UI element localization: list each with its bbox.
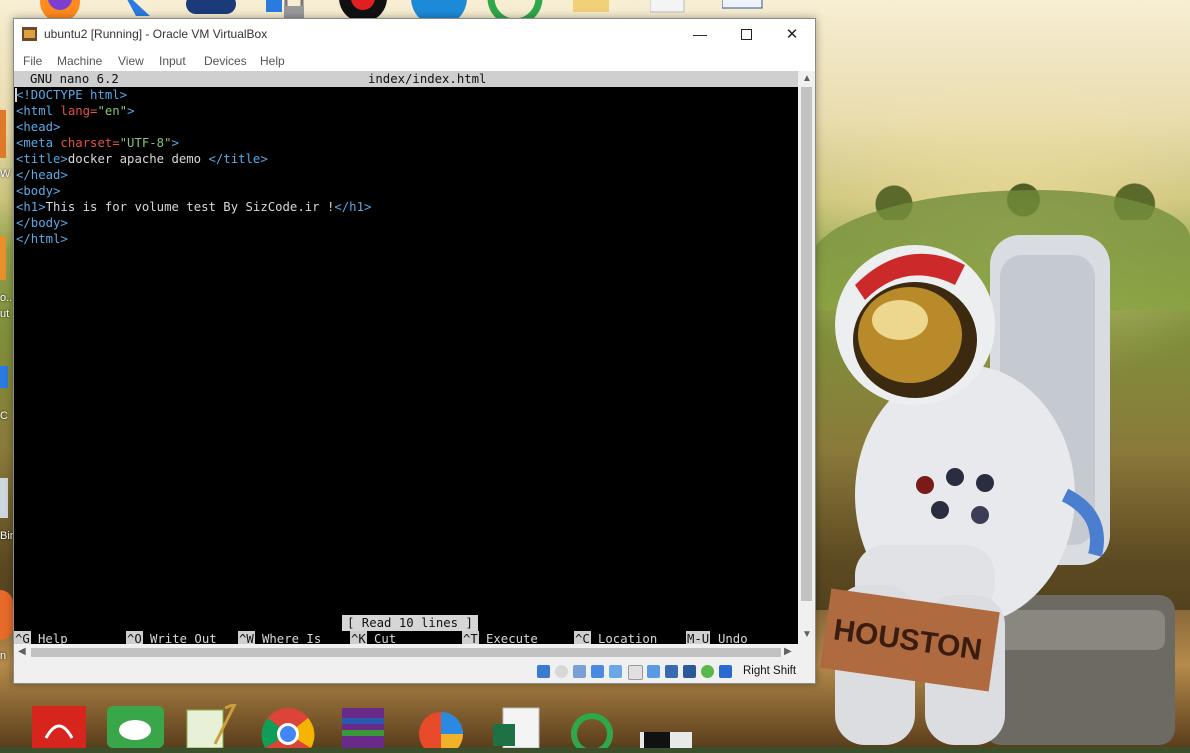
turtle-app-icon[interactable]: [107, 704, 164, 748]
mouse-integration-icon[interactable]: [701, 665, 714, 678]
app-fragment-icon[interactable]: [0, 110, 6, 158]
usb-icon[interactable]: [609, 665, 622, 678]
window-titlebar[interactable]: ubuntu2 [Running] - Oracle VM VirtualBox…: [14, 19, 815, 49]
cpu-icon[interactable]: [683, 665, 696, 678]
notepad-plus-plus-icon[interactable]: [185, 701, 239, 749]
window-title: ubuntu2 [Running] - Oracle VM VirtualBox: [44, 27, 268, 41]
vertical-scrollbar[interactable]: ▲ ▼: [798, 71, 815, 644]
vertical-scroll-thumb[interactable]: [801, 87, 812, 601]
app-fragment-icon[interactable]: [0, 236, 6, 280]
excel-icon[interactable]: [493, 704, 543, 749]
app-fragment-icon[interactable]: [0, 366, 8, 388]
horizontal-scrollbar[interactable]: ◀ ▶: [14, 644, 798, 661]
color-wheel-app-icon[interactable]: [413, 704, 463, 753]
menu-help[interactable]: Help: [260, 54, 285, 68]
chrome-icon[interactable]: [260, 704, 315, 753]
audio-icon[interactable]: [573, 665, 586, 678]
menu-view[interactable]: View: [118, 54, 144, 68]
code-line: <!DOCTYPE html>: [16, 88, 128, 102]
minimize-icon: —: [693, 26, 707, 42]
scroll-left-arrow-icon[interactable]: ◀: [18, 646, 26, 657]
code-line: <meta charset="UTF-8">: [16, 136, 179, 150]
menu-machine[interactable]: Machine: [57, 54, 102, 68]
host-key-label: Right Shift: [743, 665, 797, 677]
desktop-label-fragment: n: [0, 650, 7, 662]
shared-folders-icon[interactable]: [628, 665, 643, 680]
display-icon[interactable]: [647, 665, 660, 678]
scroll-up-arrow-icon[interactable]: ▲: [802, 73, 812, 84]
hard-disk-icon[interactable]: [537, 665, 550, 678]
network-icon[interactable]: [591, 665, 604, 678]
code-line: </body>: [16, 216, 68, 230]
video-capture-icon[interactable]: [665, 665, 678, 678]
code-line: </head>: [16, 168, 68, 182]
virtualbox-app-icon: [22, 27, 37, 41]
vm-status-bar: Right Shift: [14, 661, 815, 683]
nano-title-bar: GNU nano 6.2 index/index.html: [14, 71, 798, 87]
close-icon: ✕: [785, 26, 799, 43]
nano-version: GNU nano 6.2: [30, 72, 119, 86]
menu-bar: File Machine View Input Devices Help: [14, 49, 815, 71]
minimize-button[interactable]: —: [677, 19, 723, 49]
acrobat-reader-icon[interactable]: [32, 704, 86, 748]
code-line: <body>: [16, 184, 61, 198]
app-fragment-icon[interactable]: [0, 590, 13, 640]
keyboard-capture-icon[interactable]: [719, 665, 732, 678]
code-line: </html>: [16, 232, 68, 246]
code-line: <html lang="en">: [16, 104, 135, 118]
menu-file[interactable]: File: [23, 54, 42, 68]
code-line: <title>docker apache demo </title>: [16, 152, 268, 166]
code-line: <h1>This is for volume test By SizCode.i…: [16, 200, 372, 214]
menu-devices[interactable]: Devices: [204, 54, 247, 68]
optical-drive-icon[interactable]: [555, 665, 568, 678]
scroll-down-arrow-icon[interactable]: ▼: [802, 629, 812, 640]
desktop-label-fragment: C: [0, 410, 8, 422]
desktop-label-fragment: W: [0, 168, 11, 180]
winrar-icon[interactable]: [336, 704, 386, 748]
close-button[interactable]: ✕: [769, 19, 815, 49]
green-ring-shortcut-icon[interactable]: [568, 704, 618, 753]
nano-status-message: [ Read 10 lines ]: [342, 615, 478, 631]
nano-filename: index/index.html: [368, 72, 487, 86]
scroll-right-arrow-icon[interactable]: ▶: [784, 646, 792, 657]
desktop-label-fragment: ut: [0, 308, 10, 320]
video-thumbnail-icon[interactable]: [640, 704, 692, 748]
recycle-bin-icon[interactable]: [0, 478, 8, 518]
maximize-button[interactable]: [723, 19, 769, 49]
astronaut-illustration: HOUSTON: [820, 235, 1175, 745]
code-line: <head>: [16, 120, 61, 134]
virtualbox-window[interactable]: ubuntu2 [Running] - Oracle VM VirtualBox…: [13, 18, 816, 684]
vm-display-terminal[interactable]: GNU nano 6.2 index/index.html <!DOCTYPE …: [14, 71, 798, 647]
menu-input[interactable]: Input: [159, 54, 186, 68]
scrollbar-corner: [798, 644, 815, 661]
horizontal-scroll-thumb[interactable]: [31, 648, 781, 657]
maximize-icon: [740, 28, 752, 40]
